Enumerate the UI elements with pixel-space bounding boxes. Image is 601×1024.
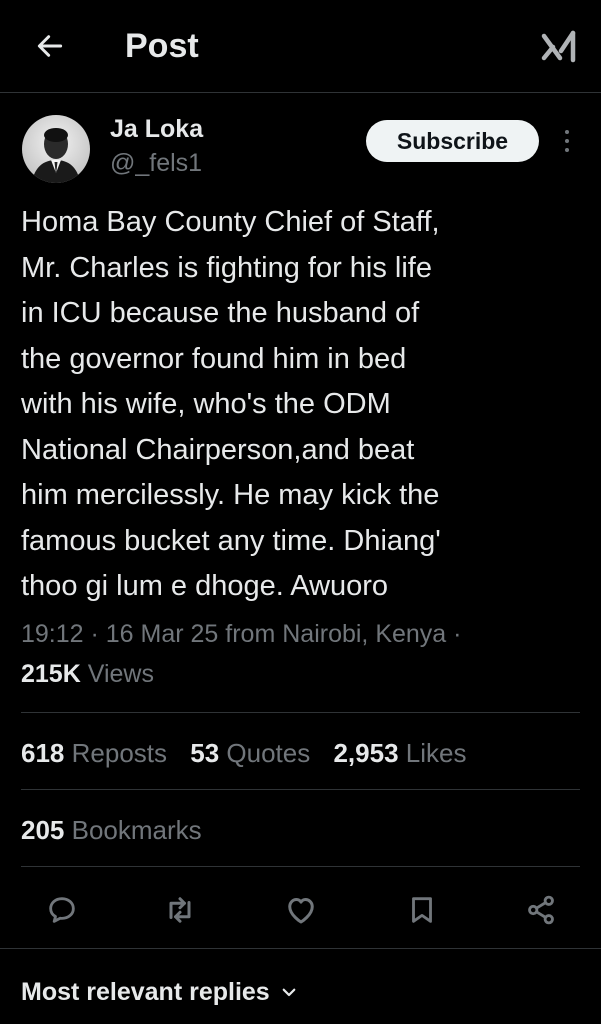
share-icon [528, 895, 554, 925]
avatar-photo [22, 115, 90, 183]
quotes-label: Quotes [226, 738, 311, 768]
post-text-line: in ICU because the husband of [21, 297, 420, 329]
reply-icon [49, 897, 75, 923]
divider [21, 866, 580, 867]
post-author: Ja Loka @_fels1 Subscribe [0, 92, 601, 202]
reposts-stat[interactable]: 618 Reposts [21, 736, 167, 770]
post-text-line: Homa Bay County Chief of Staff, [21, 206, 440, 238]
author-name[interactable]: Ja Loka [110, 114, 203, 144]
likes-stat[interactable]: 2,953 Likes [333, 736, 466, 770]
quotes-stat[interactable]: 53 Quotes [190, 736, 310, 770]
reposts-label: Reposts [71, 738, 168, 768]
post-text: Homa Bay County Chief of Staff, Mr. Char… [21, 200, 581, 610]
bookmarks-stat[interactable]: 205 Bookmarks [21, 813, 202, 847]
back-button[interactable] [30, 26, 70, 66]
divider [21, 789, 580, 790]
repost-button[interactable] [160, 890, 200, 930]
post-text-line: Mr. Charles is fighting for his life [21, 251, 432, 284]
replies-sort-label: Most relevant replies [21, 978, 270, 1006]
more-options-button[interactable] [555, 126, 579, 156]
page-title: Post [125, 27, 199, 65]
post-text-line: the governor found him in bed [21, 342, 407, 375]
likes-count: 2,953 [333, 738, 399, 768]
post-text-line: thoo gi lum e dhoge. Awuoro [21, 570, 389, 602]
grok-button[interactable] [538, 26, 580, 68]
views-number: 215K [21, 660, 81, 688]
reposts-count: 618 [21, 738, 65, 768]
post-text-line: famous bucket any time. Dhiang' [21, 524, 441, 557]
likes-label: Likes [405, 738, 467, 768]
repost-icon [169, 897, 191, 923]
bookmark-button[interactable] [402, 890, 442, 930]
divider [21, 712, 580, 713]
heart-icon [288, 898, 314, 924]
bookmarks-stats: 205 Bookmarks [21, 813, 218, 847]
chevron-down-icon [282, 988, 296, 997]
divider [0, 948, 601, 949]
reply-button[interactable] [42, 890, 82, 930]
post-timestamp[interactable]: 19:12 · 16 Mar 25 from Nairobi, Kenya · [21, 617, 581, 651]
more-vertical-icon [565, 130, 569, 134]
more-vertical-icon-dot [565, 148, 569, 152]
avatar[interactable] [22, 115, 90, 183]
bookmarks-count: 205 [21, 815, 65, 845]
post-text-line: with his wife, who's the ODM [21, 388, 391, 420]
views-count[interactable]: 215K Views [21, 657, 154, 691]
arrow-left-icon [37, 35, 63, 57]
quotes-count: 53 [190, 738, 220, 768]
bookmark-icon [412, 897, 432, 923]
bookmarks-label: Bookmarks [71, 815, 202, 845]
replies-sort-dropdown[interactable]: Most relevant replies [21, 975, 298, 1009]
top-bar: Post [0, 0, 601, 93]
post-text-line: National Chairperson,and beat [21, 433, 415, 466]
views-label: Views [87, 660, 154, 688]
subscribe-button[interactable]: Subscribe [366, 120, 539, 162]
grok-icon [541, 30, 576, 63]
author-handle[interactable]: @_fels1 [110, 148, 202, 178]
engagement-stats: 618 Reposts 53 Quotes 2,953 Likes [21, 736, 482, 770]
post-text-line: him mercilessly. He may kick the [21, 479, 440, 511]
more-vertical-icon-dot [565, 139, 569, 143]
share-button[interactable] [521, 890, 561, 930]
like-button[interactable] [281, 890, 321, 930]
action-bar [0, 876, 601, 946]
